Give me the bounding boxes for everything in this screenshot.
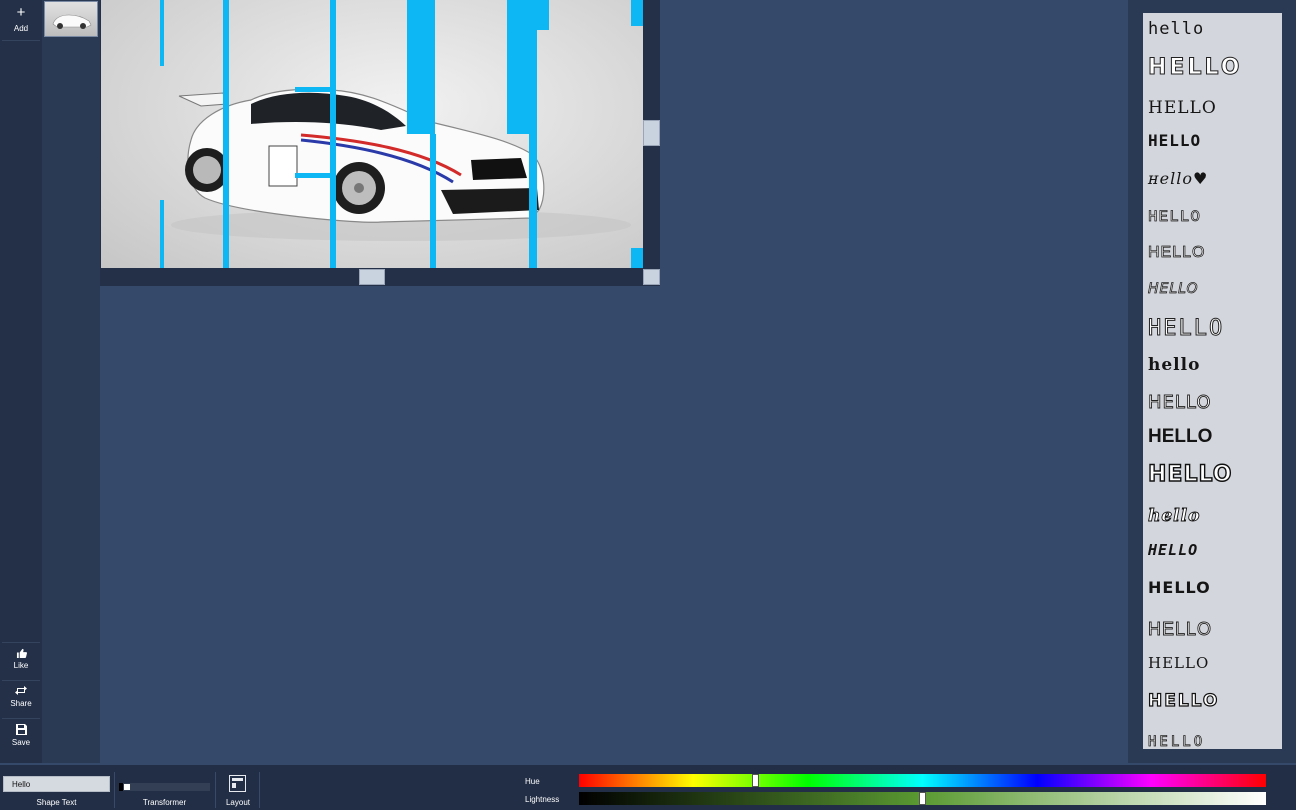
toolbar-divider bbox=[2, 642, 40, 643]
font-style-option[interactable]: HELLO bbox=[1147, 690, 1219, 711]
font-style-option[interactable]: HELLO bbox=[1148, 281, 1199, 298]
font-style-option[interactable]: hello bbox=[1148, 506, 1200, 527]
stripe-overlay bbox=[631, 0, 643, 26]
add-button[interactable]: + Add bbox=[0, 4, 42, 34]
font-style-option[interactable]: hello bbox=[1148, 19, 1204, 39]
lightness-label: Lightness bbox=[525, 795, 560, 804]
shape-text-input[interactable]: Hello bbox=[3, 776, 110, 792]
font-style-option[interactable]: HELLO bbox=[1148, 734, 1205, 749]
layout-icon[interactable] bbox=[229, 775, 246, 792]
hue-slider[interactable] bbox=[579, 774, 1266, 787]
font-style-option[interactable]: HELLO bbox=[1148, 426, 1212, 448]
layout-label: Layout bbox=[225, 798, 251, 807]
left-toolbar: + Add Like Share Save bbox=[0, 0, 42, 763]
lightness-slider-thumb[interactable] bbox=[919, 792, 926, 805]
font-style-option[interactable]: HELLO bbox=[1147, 461, 1232, 487]
stripe-overlay bbox=[223, 0, 229, 268]
font-style-list: hello HELLO HELLO HELLO ʜello♥ HELLO HEL… bbox=[1143, 13, 1282, 749]
hue-slider-thumb[interactable] bbox=[752, 774, 759, 787]
toolbar-divider bbox=[2, 718, 40, 719]
shape-text-label: Shape Text bbox=[36, 798, 77, 807]
toolbar-divider bbox=[2, 680, 40, 681]
canvas-stage[interactable] bbox=[101, 0, 643, 268]
lightness-slider[interactable] bbox=[579, 792, 1266, 805]
thumbnail-strip bbox=[42, 0, 100, 763]
toolbar-divider bbox=[2, 40, 40, 41]
save-button[interactable]: Save bbox=[0, 724, 42, 747]
stripe-overlay bbox=[430, 134, 436, 268]
stripe-overlay bbox=[529, 0, 537, 268]
transformer-slider-thumb[interactable] bbox=[124, 784, 130, 790]
image-thumbnail[interactable] bbox=[44, 1, 98, 37]
font-style-option[interactable]: ʜello♥ bbox=[1148, 169, 1208, 188]
resize-handle-bottom[interactable] bbox=[359, 269, 385, 285]
race-car-image bbox=[171, 88, 631, 241]
thumbs-up-icon bbox=[16, 648, 27, 658]
font-style-option[interactable]: HELLO bbox=[1147, 55, 1242, 81]
font-style-option[interactable]: HELLO bbox=[1148, 541, 1198, 559]
resize-handle-corner[interactable] bbox=[643, 269, 660, 285]
stripe-overlay bbox=[533, 0, 549, 30]
car-thumbnail-image bbox=[52, 14, 92, 29]
font-style-option[interactable]: HELLO bbox=[1147, 316, 1224, 342]
font-style-option[interactable]: HELLO bbox=[1148, 654, 1209, 672]
transformer-slider[interactable] bbox=[119, 783, 210, 791]
hue-label: Hue bbox=[525, 777, 540, 786]
stripe-overlay bbox=[631, 248, 643, 268]
font-style-option[interactable]: hello bbox=[1148, 355, 1200, 375]
share-button[interactable]: Share bbox=[0, 685, 42, 708]
toolbar-divider bbox=[259, 772, 260, 808]
transformer-label: Transformer bbox=[142, 798, 187, 807]
font-style-option[interactable]: HELLO bbox=[1148, 131, 1201, 150]
font-style-option[interactable]: HELLO bbox=[1148, 392, 1212, 414]
font-style-option[interactable]: HELLO bbox=[1148, 208, 1201, 227]
stripe-overlay bbox=[295, 87, 333, 92]
stripe-overlay bbox=[407, 0, 435, 134]
font-style-option[interactable]: HELLO bbox=[1148, 578, 1211, 597]
stripe-overlay bbox=[330, 0, 336, 268]
font-style-option[interactable]: HELLO bbox=[1148, 619, 1212, 640]
like-button[interactable]: Like bbox=[0, 648, 42, 670]
font-style-option[interactable]: HELLO bbox=[1148, 244, 1205, 262]
transformer-slider-fill bbox=[119, 783, 123, 791]
resize-handle-right[interactable] bbox=[643, 120, 660, 146]
floppy-disk-icon bbox=[15, 724, 27, 735]
stripe-overlay bbox=[160, 200, 164, 268]
plus-icon: + bbox=[16, 4, 26, 21]
stripe-overlay bbox=[295, 173, 333, 178]
stripe-overlay bbox=[160, 0, 164, 66]
font-style-option[interactable]: HELLO bbox=[1148, 98, 1217, 118]
toolbar-divider bbox=[114, 772, 115, 808]
repeat-icon bbox=[15, 686, 27, 695]
